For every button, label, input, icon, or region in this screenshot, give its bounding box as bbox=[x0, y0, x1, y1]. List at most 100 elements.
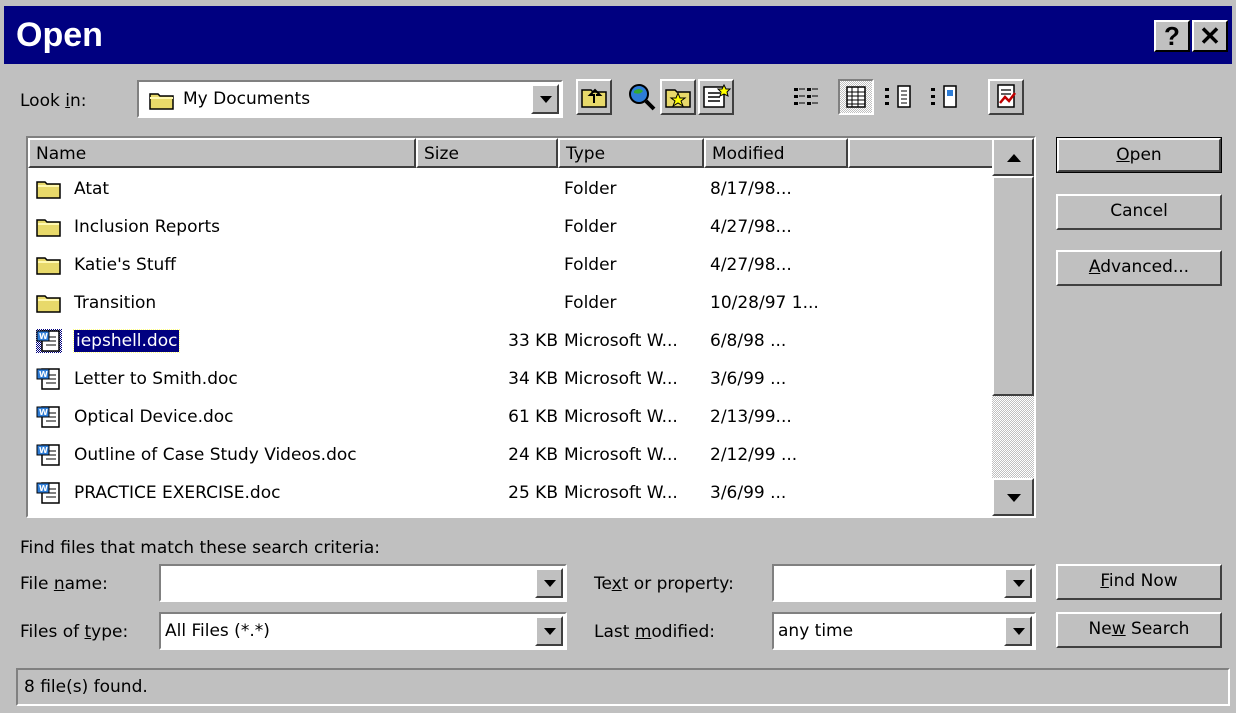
file-name-input[interactable] bbox=[159, 564, 567, 602]
column-header-type[interactable]: Type bbox=[558, 138, 704, 168]
svg-text:W: W bbox=[39, 446, 48, 455]
file-list[interactable]: Name Size Type Modified Atat Folder 8/17/9… bbox=[26, 136, 1036, 518]
file-row[interactable]: Wiepshell.doc 33 KB Microsoft W... 6/8/98 .… bbox=[28, 322, 986, 360]
commands-and-settings-icon bbox=[997, 84, 1016, 108]
file-size: 34 KB bbox=[508, 369, 558, 389]
folder-icon bbox=[149, 93, 174, 110]
last-modified-label: Last modified: bbox=[594, 622, 715, 642]
file-row[interactable]: W PRACTICE EXERCISE.doc 25 KB Microsoft W..… bbox=[28, 474, 986, 512]
status-bar: 8 file(s) found. bbox=[16, 668, 1230, 706]
close-button[interactable]: ✕ bbox=[1192, 20, 1228, 52]
help-icon: ? bbox=[1164, 21, 1180, 51]
details-view-button[interactable] bbox=[838, 79, 874, 115]
word-doc-icon: W bbox=[36, 368, 60, 390]
vertical-scrollbar[interactable] bbox=[992, 138, 1034, 516]
column-header-modified[interactable]: Modified bbox=[704, 138, 848, 168]
scroll-thumb[interactable] bbox=[992, 176, 1034, 396]
add-to-favorites-button[interactable] bbox=[698, 79, 734, 115]
file-type: Microsoft W... bbox=[564, 483, 678, 503]
chevron-down-icon[interactable] bbox=[531, 84, 559, 114]
file-modified: 2/13/99... bbox=[710, 407, 792, 427]
file-size: 61 KB bbox=[508, 407, 558, 427]
look-in-label: Look in: bbox=[20, 91, 87, 111]
svg-text:W: W bbox=[39, 408, 48, 417]
file-modified: 3/6/99 ... bbox=[710, 369, 787, 389]
scroll-up-button[interactable] bbox=[992, 138, 1034, 176]
file-name: Letter to Smith.doc bbox=[74, 369, 238, 389]
file-name: PRACTICE EXERCISE.doc bbox=[74, 483, 281, 503]
folder-icon bbox=[36, 219, 61, 237]
file-type: Microsoft W... bbox=[564, 407, 678, 427]
word-doc-icon: W bbox=[36, 329, 62, 353]
up-one-level-icon bbox=[581, 88, 607, 108]
file-modified: 3/6/99 ... bbox=[710, 483, 787, 503]
last-modified-dropdown[interactable]: any time bbox=[772, 612, 1036, 650]
close-icon: ✕ bbox=[1199, 21, 1221, 51]
open-button[interactable]: Open bbox=[1056, 137, 1222, 173]
file-modified: 6/8/98 ... bbox=[710, 331, 787, 351]
new-search-button[interactable]: New Search bbox=[1056, 612, 1222, 648]
column-header-name[interactable]: Name bbox=[28, 138, 416, 168]
file-type: Microsoft W... bbox=[564, 369, 678, 389]
file-row[interactable]: W Letter to Smith.doc 34 KB Microsoft W... 3… bbox=[28, 360, 986, 398]
file-row[interactable]: Atat Folder 8/17/98... bbox=[28, 170, 986, 208]
file-row[interactable]: W Optical Device.doc 61 KB Microsoft W... 2/… bbox=[28, 398, 986, 436]
preview-view-icon bbox=[931, 85, 957, 108]
file-type: Microsoft W... bbox=[564, 331, 678, 351]
word-doc-icon: W bbox=[36, 482, 60, 504]
file-size: 24 KB bbox=[508, 445, 558, 465]
preview-view-button[interactable] bbox=[926, 79, 962, 115]
find-now-button[interactable]: Find Now bbox=[1056, 564, 1222, 600]
svg-text:W: W bbox=[39, 484, 48, 493]
up-one-level-button[interactable] bbox=[576, 79, 612, 115]
file-modified: 4/27/98... bbox=[710, 217, 792, 237]
properties-view-icon bbox=[885, 85, 911, 108]
svg-text:W: W bbox=[39, 370, 48, 379]
help-button[interactable]: ? bbox=[1154, 20, 1190, 52]
look-in-favorites-button[interactable] bbox=[660, 79, 696, 115]
cancel-button[interactable]: Cancel bbox=[1056, 194, 1222, 230]
column-header-size[interactable]: Size bbox=[416, 138, 558, 168]
files-of-type-value: All Files (*.*) bbox=[165, 621, 270, 641]
last-modified-value: any time bbox=[778, 621, 854, 641]
file-type: Folder bbox=[564, 217, 617, 237]
chevron-down-icon[interactable] bbox=[535, 568, 563, 598]
folder-icon bbox=[36, 181, 61, 199]
chevron-down-icon[interactable] bbox=[1004, 568, 1032, 598]
add-to-favorites-icon bbox=[703, 83, 732, 108]
list-view-button[interactable] bbox=[788, 79, 824, 115]
advanced-button[interactable]: Advanced... bbox=[1056, 250, 1222, 286]
file-name: Atat bbox=[74, 179, 110, 199]
files-of-type-dropdown[interactable]: All Files (*.*) bbox=[159, 612, 567, 650]
text-or-property-input[interactable] bbox=[772, 564, 1036, 602]
chevron-down-icon[interactable] bbox=[1004, 616, 1032, 646]
text-or-property-label: Text or property: bbox=[594, 574, 734, 594]
svg-text:W: W bbox=[39, 332, 48, 341]
file-size: 33 KB bbox=[508, 331, 558, 351]
file-name: Outline of Case Study Videos.doc bbox=[74, 445, 357, 465]
file-row[interactable]: Katie's Stuff Folder 4/27/98... bbox=[28, 246, 986, 284]
file-modified: 8/17/98... bbox=[710, 179, 792, 199]
file-name: Katie's Stuff bbox=[74, 255, 176, 275]
file-name: iepshell.doc bbox=[72, 329, 181, 353]
scroll-down-button[interactable] bbox=[992, 478, 1034, 516]
file-row[interactable]: Transition Folder 10/28/97 1... bbox=[28, 284, 986, 322]
word-doc-icon: W bbox=[36, 444, 60, 466]
properties-view-button[interactable] bbox=[880, 79, 916, 115]
list-view-icon bbox=[794, 88, 818, 105]
search-web-button[interactable] bbox=[624, 79, 660, 115]
file-type: Folder bbox=[564, 255, 617, 275]
file-type: Folder bbox=[564, 179, 617, 199]
chevron-down-icon[interactable] bbox=[535, 616, 563, 646]
look-in-dropdown[interactable]: My Documents bbox=[137, 80, 563, 118]
file-row[interactable]: W Outline of Case Study Videos.doc 24 KB Mi… bbox=[28, 436, 986, 474]
commands-and-settings-button[interactable] bbox=[988, 79, 1024, 115]
file-name-label: File name: bbox=[20, 574, 108, 594]
files-of-type-label: Files of type: bbox=[20, 622, 129, 642]
title-bar: Open ? ✕ bbox=[4, 6, 1232, 64]
file-type: Microsoft W... bbox=[564, 445, 678, 465]
file-modified: 2/12/99 ... bbox=[710, 445, 798, 465]
details-view-icon bbox=[846, 86, 866, 108]
file-size: 25 KB bbox=[508, 483, 558, 503]
file-row[interactable]: Inclusion Reports Folder 4/27/98... bbox=[28, 208, 986, 246]
